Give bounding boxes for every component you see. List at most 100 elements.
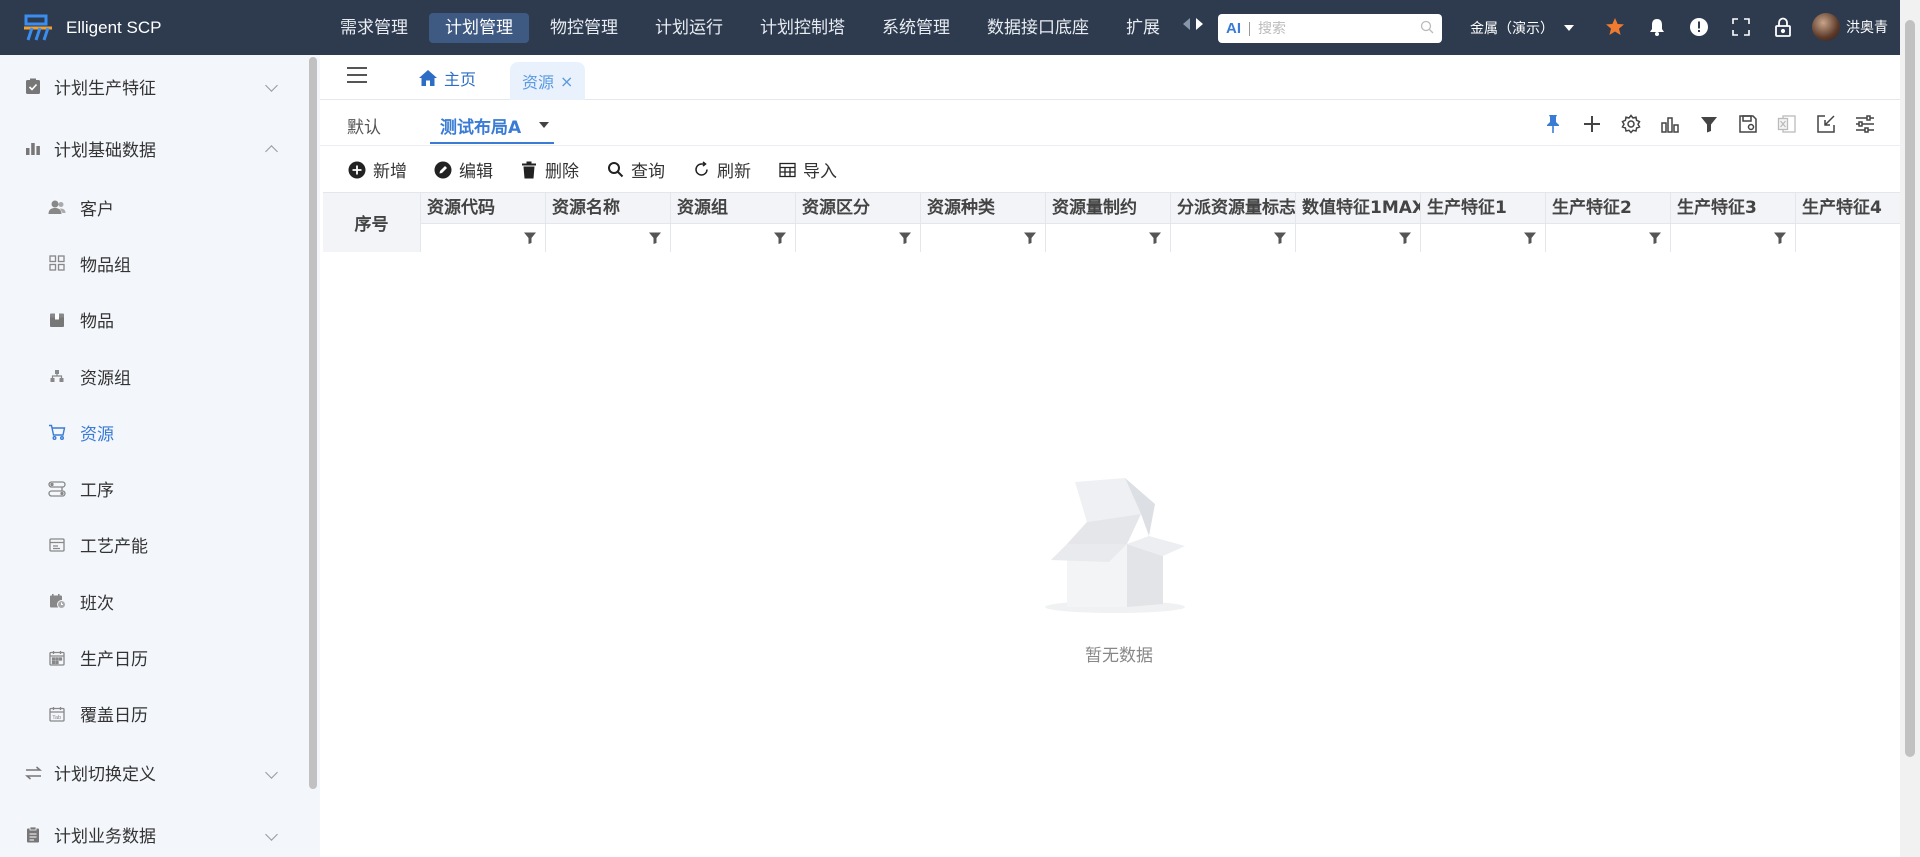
user-menu[interactable]: 洪奥青 [1812,13,1888,41]
column-header[interactable]: 生产特征4 [1796,193,1900,252]
bell-icon[interactable] [1646,15,1668,39]
tab-home[interactable]: 主页 [418,66,476,90]
excel-icon[interactable] [1776,113,1798,135]
column-filter[interactable] [671,223,795,252]
query-button[interactable]: 查询 [606,157,665,182]
nav-item-demand[interactable]: 需求管理 [324,13,424,43]
sidebar-item-production-calendar[interactable]: 生产日历 [0,629,306,685]
column-header[interactable]: 资源名称 [546,193,671,252]
nav-item-planning[interactable]: 计划管理 [429,12,529,43]
sidebar-item-process[interactable]: 工序 [0,460,306,516]
sidebar-group-basic-data[interactable]: 计划基础数据 [0,117,306,179]
app-logo[interactable]: Elligent SCP [0,0,320,55]
search-icon [606,161,624,179]
page-scroll-thumb[interactable] [1905,20,1915,757]
nav-item-material-control[interactable]: 物控管理 [534,13,634,43]
nav-scroll-arrows [1183,18,1203,30]
column-filter[interactable] [1296,223,1420,252]
export-icon[interactable] [1815,113,1837,135]
plus-icon[interactable] [1581,113,1603,135]
layout-tab-test-a[interactable]: 测试布局A [440,113,521,138]
filter-icon [1024,232,1036,244]
save-layout-icon[interactable] [1737,113,1759,135]
column-header[interactable]: 生产特征1 [1421,193,1546,252]
fullscreen-icon[interactable] [1730,15,1752,39]
layout-dropdown-icon[interactable] [539,122,549,128]
app-title: Elligent SCP [66,17,162,37]
column-filter[interactable] [421,223,545,252]
column-filter[interactable] [1671,223,1795,252]
column-filter[interactable] [1796,223,1900,252]
star-icon[interactable] [1604,15,1626,39]
tab-resource[interactable]: 资源 × [510,62,586,100]
sidebar-item-customer[interactable]: 客户 [0,179,306,235]
chevron-down-icon [265,766,278,779]
window-icon [48,536,66,554]
calendar-icon [48,649,66,667]
avatar [1812,13,1840,41]
layout-tab-default[interactable]: 默认 [347,113,381,138]
sidebar: 计划生产特征 计划基础数据 客户 物品组 物品 资源组 资源 工序 工艺产能 班… [0,55,306,857]
column-filter[interactable] [1421,223,1545,252]
sidebar-item-process-capacity[interactable]: 工艺产能 [0,517,306,573]
filter-icon[interactable] [1698,113,1720,135]
page-scrollbar[interactable] [1900,0,1920,857]
column-header[interactable]: 资源种类 [921,193,1046,252]
sidebar-item-resource[interactable]: 资源 [0,404,306,460]
tenant-selector[interactable]: 金属（演示） [1470,18,1574,38]
sidebar-item-resource-group[interactable]: 资源组 [0,348,306,404]
close-icon[interactable]: × [560,72,573,91]
sidebar-scroll-thumb[interactable] [309,57,317,789]
column-filter[interactable] [1046,223,1170,252]
column-header[interactable]: 分派资源量标志 [1171,193,1296,252]
refresh-button[interactable]: 刷新 [692,157,751,182]
action-bar: 新增 编辑 删除 查询 刷新 导入 [320,147,1900,192]
column-header[interactable]: 资源组 [671,193,796,252]
settings-icon[interactable] [1620,113,1642,135]
column-filter[interactable] [1171,223,1295,252]
column-header[interactable]: 数值特征1MAX [1296,193,1421,252]
nav-item-system[interactable]: 系统管理 [866,13,966,43]
column-header[interactable]: 资源区分 [796,193,921,252]
column-filter[interactable] [1546,223,1670,252]
nav-scroll-right-icon[interactable] [1196,18,1203,30]
nav-item-data-interface[interactable]: 数据接口底座 [971,13,1105,43]
sidebar-item-item-group[interactable]: 物品组 [0,235,306,291]
sidebar-group-switch-definition[interactable]: 计划切换定义 [0,742,306,804]
search-icon[interactable] [1420,20,1434,38]
sidebar-item-shift[interactable]: 班次 [0,573,306,629]
add-button[interactable]: 新增 [348,157,407,182]
column-header[interactable]: 生产特征2 [1546,193,1671,252]
clipboard-check-icon [24,77,42,95]
alert-icon[interactable] [1688,15,1710,39]
chart-icon[interactable] [1659,113,1681,135]
svg-text:Tab: Tab [52,715,61,721]
edit-button[interactable]: 编辑 [434,157,493,182]
column-header[interactable]: 资源代码 [421,193,546,252]
delete-button[interactable]: 删除 [520,157,579,182]
nav-item-extension[interactable]: 扩展 [1110,13,1176,43]
lock-icon[interactable] [1772,15,1794,39]
top-nav: 需求管理 计划管理 物控管理 计划运行 计划控制塔 系统管理 数据接口底座 扩展 [324,0,1194,55]
menu-toggle-icon[interactable] [347,67,367,83]
sidebar-group-business-data[interactable]: 计划业务数据 [0,804,306,857]
column-header[interactable]: 资源量制约 [1046,193,1171,252]
column-filter[interactable] [921,223,1045,252]
sliders-icon[interactable] [1854,113,1876,135]
sidebar-item-item[interactable]: 物品 [0,292,306,348]
column-header[interactable]: 生产特征3 [1671,193,1796,252]
sidebar-scrollbar[interactable] [306,55,320,857]
nav-item-plan-run[interactable]: 计划运行 [639,13,739,43]
column-filter[interactable] [796,223,920,252]
layout-active-underline [430,142,554,144]
ai-search-icon[interactable]: AI [1226,20,1241,37]
empty-text: 暂无数据 [1085,646,1153,666]
pin-icon[interactable] [1542,113,1564,135]
sidebar-group-production-features[interactable]: 计划生产特征 [0,55,306,117]
import-button[interactable]: 导入 [778,157,837,182]
sidebar-item-override-calendar[interactable]: Tab 覆盖日历 [0,686,306,742]
column-filter[interactable] [546,223,670,252]
nav-scroll-left-icon[interactable] [1183,18,1190,30]
search-input[interactable] [1258,20,1420,37]
nav-item-control-tower[interactable]: 计划控制塔 [744,13,861,43]
